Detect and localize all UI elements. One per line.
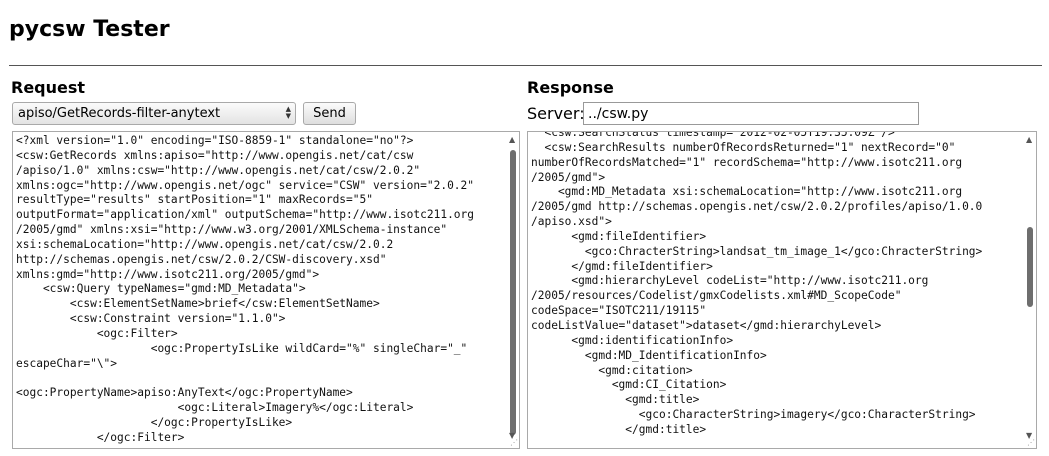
request-scrollbar[interactable]: ▲ ▼ bbox=[507, 132, 519, 448]
xml-line: numberOfRecordsMatched="1" recordSchema=… bbox=[531, 155, 963, 169]
xml-line: <gco:ChracterString>landsat_tm_image_1</… bbox=[531, 244, 983, 258]
xml-line: <ogc:Filter> bbox=[16, 326, 178, 340]
xml-line: codeListValue="dataset">dataset</gmd:hie… bbox=[531, 318, 882, 332]
xml-line: <csw:GetRecords xmlns:apiso="http://www.… bbox=[16, 148, 414, 162]
xml-line: /2005/gmd"> bbox=[531, 170, 606, 184]
xml-line: /2005/gmd http://schemas.opengis.net/csw… bbox=[531, 200, 983, 214]
request-select-value: apiso/GetRecords-filter-anytext bbox=[18, 106, 221, 121]
xml-line: <?xml version="1.0" encoding="ISO-8859-1… bbox=[16, 134, 414, 147]
xml-line: escapeChar="\"> bbox=[16, 356, 118, 370]
xml-line: xmlns:gmd="http://www.isotc211.org/2005/… bbox=[16, 267, 320, 281]
xml-line: </ogc:PropertyIsLike> bbox=[16, 416, 293, 430]
response-textarea[interactable]: <csw:SearchStatus timestamp="2012-02-05T… bbox=[527, 131, 1037, 449]
xml-line: /2005/gmd" xmlns:xsi="http://www.w3.org/… bbox=[16, 223, 448, 237]
scroll-up-icon[interactable]: ▲ bbox=[509, 135, 515, 144]
xml-line: <gmd:MD_IdentificationInfo> bbox=[531, 348, 767, 362]
xml-line: http://schemas.opengis.net/csw/2.0.2/CSW… bbox=[16, 252, 387, 266]
select-arrows-icon: ▲ ▼ bbox=[285, 105, 291, 120]
xml-line: xmlns:ogc="http://www.opengis.net/ogc" s… bbox=[16, 178, 475, 192]
resize-grip-icon[interactable]: ⋰ bbox=[1027, 438, 1035, 447]
server-label: Server: bbox=[527, 104, 585, 123]
xml-line: <ogc:Literal>Imagery%</ogc:Literal> bbox=[16, 401, 414, 415]
response-scrollbar[interactable]: ▲ ▼ bbox=[1024, 132, 1036, 448]
resize-grip-icon[interactable]: ⋰ bbox=[510, 438, 518, 447]
response-heading: Response bbox=[527, 78, 614, 97]
xml-line: xsi:schemaLocation="http://www.opengis.n… bbox=[16, 237, 394, 251]
xml-line: outputFormat="application/xml" outputSch… bbox=[16, 208, 475, 222]
xml-line: <gmd:identificationInfo> bbox=[531, 333, 734, 347]
request-select[interactable]: apiso/GetRecords-filter-anytext ▲ ▼ bbox=[12, 102, 296, 125]
xml-line: <gmd:CI_Citation> bbox=[531, 378, 727, 392]
xml-line: </ogc:Filter> bbox=[16, 430, 185, 444]
xml-line: resultType="results" startPosition="1" m… bbox=[16, 193, 373, 207]
divider bbox=[9, 65, 1042, 66]
response-xml: <csw:SearchStatus timestamp="2012-02-05T… bbox=[528, 131, 1036, 438]
xml-line: <csw:Query typeNames="gmd:MD_Metadata"> bbox=[16, 282, 306, 296]
xml-line: <gmd:citation> bbox=[531, 363, 693, 377]
xml-line: <csw:Constraint version="1.1.0"> bbox=[16, 312, 286, 326]
xml-line: <csw:SearchStatus timestamp="2012-02-05T… bbox=[531, 131, 895, 139]
request-xml: <?xml version="1.0" encoding="ISO-8859-1… bbox=[13, 132, 519, 446]
xml-line: /apiso.xsd"> bbox=[531, 215, 612, 229]
request-textarea[interactable]: <?xml version="1.0" encoding="ISO-8859-1… bbox=[12, 131, 520, 449]
xml-line: <csw:ElementSetName>brief</csw:ElementSe… bbox=[16, 297, 380, 311]
xml-line: <gmd:MD_Metadata xsi:schemaLocation="htt… bbox=[531, 185, 963, 199]
xml-line: codeSpace="ISOTC211/19115" bbox=[531, 304, 707, 318]
request-heading: Request bbox=[11, 78, 86, 97]
xml-line: <gmd:fileIdentifier> bbox=[531, 229, 707, 243]
xml-line: </gmd:fileIdentifier> bbox=[531, 259, 713, 273]
xml-line: <gmd:hierarchyLevel codeList="http://www… bbox=[531, 274, 929, 288]
xml-line: </gmd:title> bbox=[531, 422, 707, 436]
xml-line: <gmd:title> bbox=[531, 393, 700, 407]
scroll-up-icon[interactable]: ▲ bbox=[1026, 135, 1032, 144]
xml-line: <ogc:PropertyName>apiso:AnyText</ogc:Pro… bbox=[16, 386, 353, 400]
xml-line: /2005/resources/Codelist/gmxCodelists.xm… bbox=[531, 289, 902, 303]
xml-line: <csw:SearchResults numberOfRecordsReturn… bbox=[531, 140, 956, 154]
xml-line: /apiso/1.0" xmlns:csw="http://www.opengi… bbox=[16, 163, 421, 177]
xml-line: <ogc:PropertyIsLike wildCard="%" singleC… bbox=[16, 341, 468, 355]
page-title: pycsw Tester bbox=[9, 17, 170, 42]
xml-line: <gco:CharacterString>imagery</gco:Charac… bbox=[531, 408, 976, 422]
response-scroll-thumb[interactable] bbox=[1027, 227, 1033, 307]
server-input[interactable] bbox=[583, 102, 919, 125]
send-button[interactable]: Send bbox=[303, 102, 356, 125]
request-scroll-thumb[interactable] bbox=[510, 150, 516, 435]
